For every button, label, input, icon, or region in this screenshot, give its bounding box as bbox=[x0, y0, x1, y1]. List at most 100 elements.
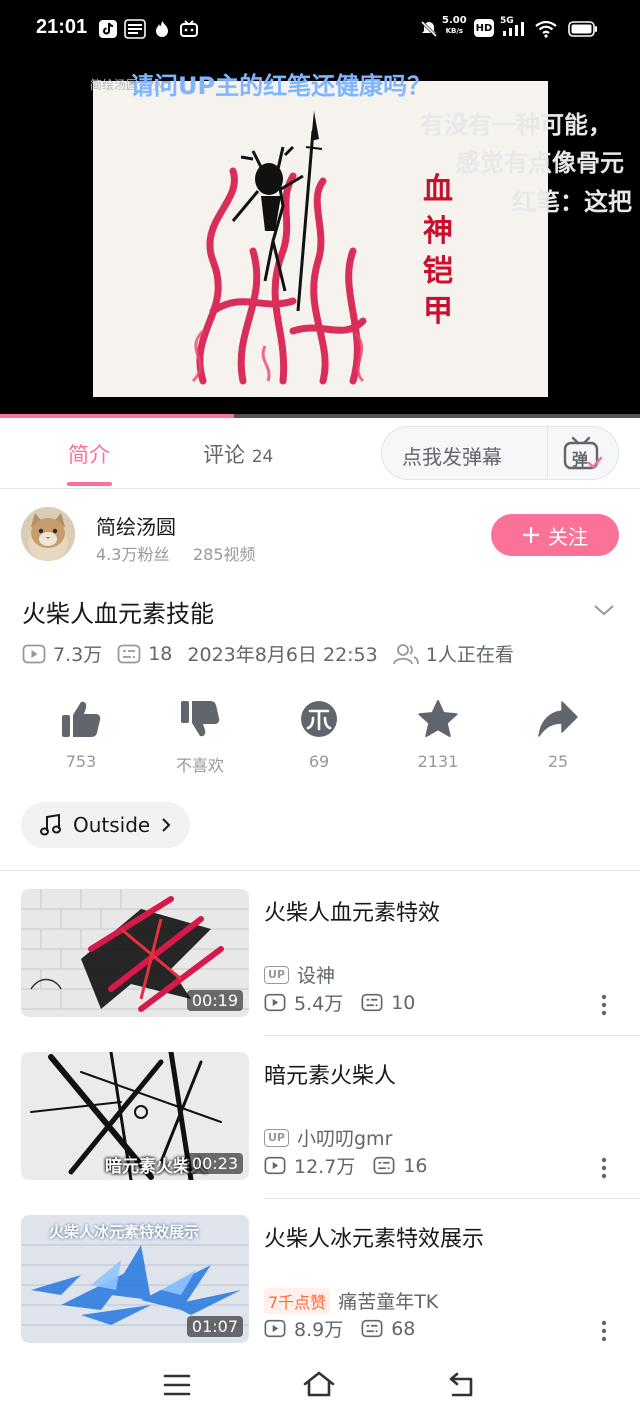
signal-icon: 5G bbox=[500, 16, 528, 37]
recommended-views: 5.4万 bbox=[294, 993, 344, 1015]
danmaku-item[interactable]: 请问UP主的红笔还健康吗？ bbox=[130, 66, 431, 101]
tab-bar: 简介 评论 24 点我发弹幕 弹 bbox=[0, 418, 640, 489]
like-button[interactable]: 753 bbox=[31, 700, 131, 771]
dislike-label: 不喜欢 bbox=[175, 756, 224, 775]
up-badge: UP bbox=[264, 1128, 289, 1147]
danmaku-item[interactable]: 有没有一种可能， bbox=[420, 105, 612, 140]
follow-label: 关注 bbox=[548, 524, 588, 549]
video-title: 火柴人血元素技能 bbox=[22, 600, 214, 628]
share-button[interactable]: 25 bbox=[508, 700, 608, 771]
list-divider bbox=[264, 1198, 640, 1199]
recommended-author-row[interactable]: 7千点赞 痛苦童年TK bbox=[264, 1287, 438, 1314]
recommended-thumbnail[interactable]: 暗元素火柴人 00:23 bbox=[21, 1052, 249, 1180]
recommended-author-row[interactable]: UP 设神 bbox=[264, 961, 335, 988]
danmaku-count-icon bbox=[361, 993, 383, 1012]
expand-chevron-icon[interactable] bbox=[592, 600, 616, 624]
favorite-button[interactable]: 2131 bbox=[388, 700, 488, 771]
recommended-thumbnail[interactable]: 00:19 bbox=[21, 889, 249, 1017]
tiktok-icon bbox=[98, 19, 118, 39]
thumbnail-caption: 火柴人冰元素特效展示 bbox=[49, 1223, 200, 1241]
video-meta: 7.3万 18 2023年8月6日 22:53 1人正在看 bbox=[22, 640, 514, 667]
danmaku-toggle-button[interactable]: 弹 bbox=[562, 435, 604, 471]
recommended-video[interactable]: 火柴人冰元素特效展示 01:07 火柴人冰元素特效展示 7千点赞 痛苦童年TK … bbox=[0, 1215, 640, 1375]
danmaku-item[interactable]: 感觉有点像骨元 bbox=[456, 143, 624, 178]
music-chip[interactable]: Outside bbox=[21, 802, 191, 848]
artwork-char-1: 血 bbox=[423, 172, 453, 207]
artwork-char-4: 甲 bbox=[423, 294, 453, 329]
danmaku-input[interactable]: 点我发弹幕 弹 bbox=[381, 426, 619, 480]
recommended-views: 8.9万 bbox=[294, 1319, 344, 1341]
tab-comments[interactable]: 评论 24 bbox=[203, 439, 273, 469]
danmaku-count-icon bbox=[361, 1319, 383, 1338]
home-icon[interactable] bbox=[302, 1370, 336, 1402]
star-icon bbox=[418, 700, 458, 737]
coin-count: 69 bbox=[308, 752, 330, 771]
music-label: Outside bbox=[73, 813, 151, 837]
recommended-stats: 12.7万 16 bbox=[264, 1152, 428, 1179]
thumb-up-icon bbox=[62, 701, 101, 737]
danmaku-toggle-label: 弹 bbox=[572, 450, 589, 469]
play-count-icon bbox=[264, 1319, 286, 1338]
uploader-avatar[interactable] bbox=[21, 507, 75, 561]
video-player[interactable]: 血 神 铠 甲 简绘汤圆 · 小· 请问UP主的红笔还健康吗？ 有没有一种可能，… bbox=[0, 60, 640, 418]
recommended-stats: 8.9万 68 bbox=[264, 1315, 415, 1342]
more-vertical-icon[interactable] bbox=[598, 993, 610, 1017]
recommended-duration: 00:23 bbox=[186, 1153, 243, 1174]
tab-intro-indicator bbox=[67, 482, 112, 486]
music-note-icon bbox=[40, 813, 61, 836]
danmaku-input-divider bbox=[547, 427, 548, 479]
recommended-duration: 01:07 bbox=[186, 1316, 243, 1337]
uploader-video-count: 285视频 bbox=[193, 545, 256, 564]
wifi-icon bbox=[535, 19, 557, 39]
recommended-title[interactable]: 火柴人血元素特效 bbox=[264, 895, 440, 927]
video-publish-date: 2023年8月6日 22:53 bbox=[187, 644, 378, 666]
mute-icon bbox=[420, 19, 438, 39]
recommended-author: 痛苦童年TK bbox=[338, 1291, 439, 1313]
recommended-danmaku: 68 bbox=[391, 1317, 416, 1340]
status-bar: 21:01 5.00 KB/s HD 5G bbox=[0, 0, 640, 60]
battery-icon bbox=[568, 19, 598, 39]
up-badge: UP bbox=[264, 965, 289, 984]
more-vertical-icon[interactable] bbox=[598, 1319, 610, 1343]
video-watching-now: 1人正在看 bbox=[425, 644, 514, 666]
back-icon[interactable] bbox=[447, 1370, 477, 1402]
artwork-char-3: 铠 bbox=[423, 254, 453, 289]
recommended-views: 12.7万 bbox=[294, 1156, 356, 1178]
dislike-button[interactable]: 不喜欢 bbox=[150, 700, 250, 776]
bilibili-icon bbox=[180, 19, 198, 39]
recommended-title[interactable]: 火柴人冰元素特效展示 bbox=[264, 1221, 484, 1253]
plus-icon bbox=[523, 527, 539, 543]
recommended-title[interactable]: 暗元素火柴人 bbox=[264, 1058, 396, 1090]
artwork-char-2: 神 bbox=[423, 214, 453, 249]
recommended-thumbnail[interactable]: 火柴人冰元素特效展示 01:07 bbox=[21, 1215, 249, 1343]
menu-icon[interactable] bbox=[163, 1372, 191, 1402]
likes-badge: 7千点赞 bbox=[264, 1287, 331, 1314]
tab-comments-label: 评论 bbox=[203, 443, 245, 467]
play-count-icon bbox=[264, 993, 286, 1012]
uploader-name[interactable]: 简绘汤圆 bbox=[96, 511, 176, 540]
play-count-icon bbox=[22, 644, 46, 663]
tab-intro[interactable]: 简介 bbox=[68, 439, 110, 469]
video-danmaku-count: 18 bbox=[148, 642, 173, 665]
share-count: 25 bbox=[547, 752, 569, 771]
follow-button[interactable]: 关注 bbox=[491, 514, 619, 556]
recommended-author-row[interactable]: UP 小叨叨gmr bbox=[264, 1124, 392, 1151]
list-divider bbox=[264, 1035, 640, 1036]
system-nav-bar bbox=[0, 1352, 640, 1422]
danmaku-item[interactable]: 红笔：这把 bbox=[512, 182, 632, 217]
coin-button[interactable]: 69 bbox=[269, 700, 369, 771]
network-speed: 5.00 KB/s bbox=[442, 15, 467, 35]
play-count-icon bbox=[264, 1156, 286, 1175]
uploader-fans: 4.3万粉丝 bbox=[96, 545, 170, 564]
danmaku-input-placeholder: 点我发弹幕 bbox=[402, 445, 502, 469]
favorite-count: 2131 bbox=[417, 752, 459, 771]
recommended-video[interactable]: 暗元素火柴人 00:23 暗元素火柴人 UP 小叨叨gmr 12.7万 16 bbox=[0, 1052, 640, 1212]
recommended-video[interactable]: 00:19 火柴人血元素特效 UP 设神 5.4万 10 bbox=[0, 889, 640, 1049]
app-notification-icon bbox=[124, 19, 146, 39]
hot-news-icon bbox=[152, 19, 172, 39]
hd-badge: HD bbox=[474, 19, 494, 37]
share-icon bbox=[538, 701, 578, 737]
recommended-danmaku: 16 bbox=[403, 1154, 428, 1177]
more-vertical-icon[interactable] bbox=[598, 1156, 610, 1180]
coin-icon bbox=[301, 701, 337, 737]
